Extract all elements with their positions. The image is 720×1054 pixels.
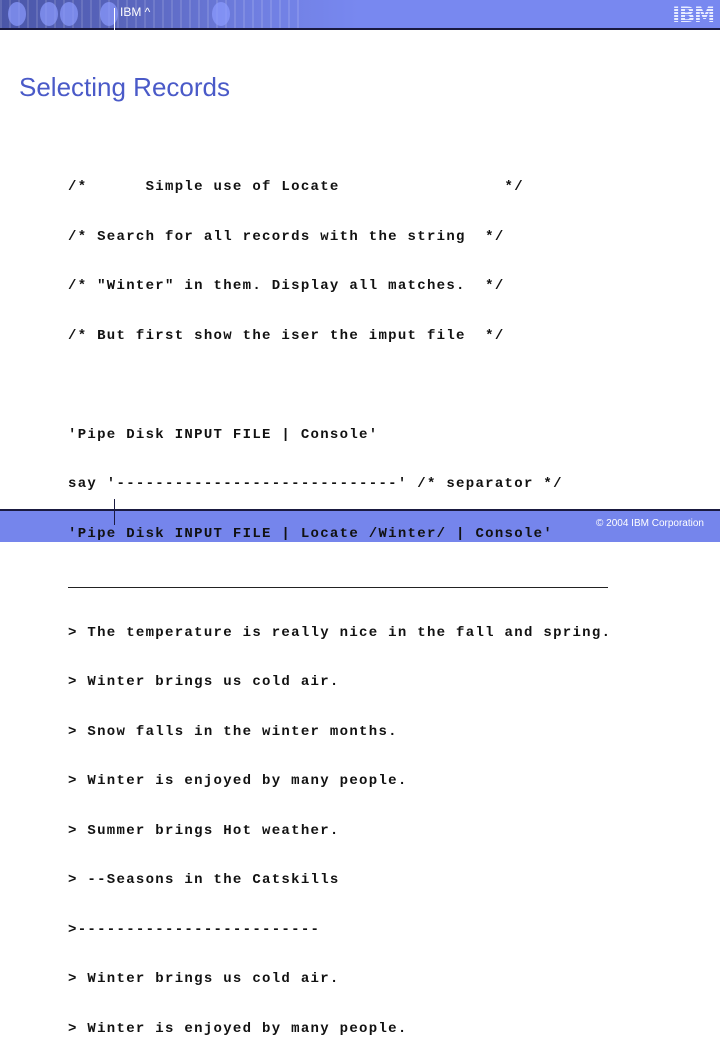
output-line: >-------------------------	[68, 921, 321, 938]
code-listing: /* Simple use of Locate */ /* Search for…	[68, 146, 611, 1054]
banner-decoration	[40, 2, 58, 26]
banner-decoration	[212, 2, 230, 26]
footer-divider	[114, 499, 115, 525]
comment-line: /* Search for all records with the strin…	[68, 228, 505, 245]
header-banner: IBM ^ IBM	[0, 0, 720, 34]
command-line: 'Pipe Disk INPUT FILE | Console'	[68, 426, 379, 443]
output-divider	[68, 587, 608, 588]
comment-line: /* But first show the iser the imput fil…	[68, 327, 505, 344]
output-line: > The temperature is really nice in the …	[68, 624, 612, 641]
output-line: > Winter brings us cold air.	[68, 971, 340, 987]
comment-line: /* Simple use of Locate */	[68, 179, 524, 195]
output-line: > Winter brings us cold air.	[68, 674, 340, 690]
copyright: © 2004 IBM Corporation	[596, 518, 704, 529]
header-divider	[114, 8, 115, 34]
output-line: > Snow falls in the winter months.	[68, 723, 398, 740]
banner-decoration	[8, 2, 26, 26]
page-title: Selecting Records	[19, 72, 230, 102]
header-title: IBM ^	[120, 5, 151, 19]
output-line: > Summer brings Hot weather.	[68, 822, 340, 839]
command-line: say '-----------------------------' /* s…	[68, 476, 563, 492]
output-line: > --Seasons in the Catskills	[68, 872, 340, 888]
output-line: > Winter is enjoyed by many people.	[68, 773, 408, 789]
banner-decoration	[100, 2, 118, 26]
ibm-logo: IBM	[672, 3, 715, 27]
output-line: > Winter is enjoyed by many people.	[68, 1020, 408, 1037]
banner-decoration	[60, 2, 78, 26]
comment-line: /* "Winter" in them. Display all matches…	[68, 278, 505, 294]
